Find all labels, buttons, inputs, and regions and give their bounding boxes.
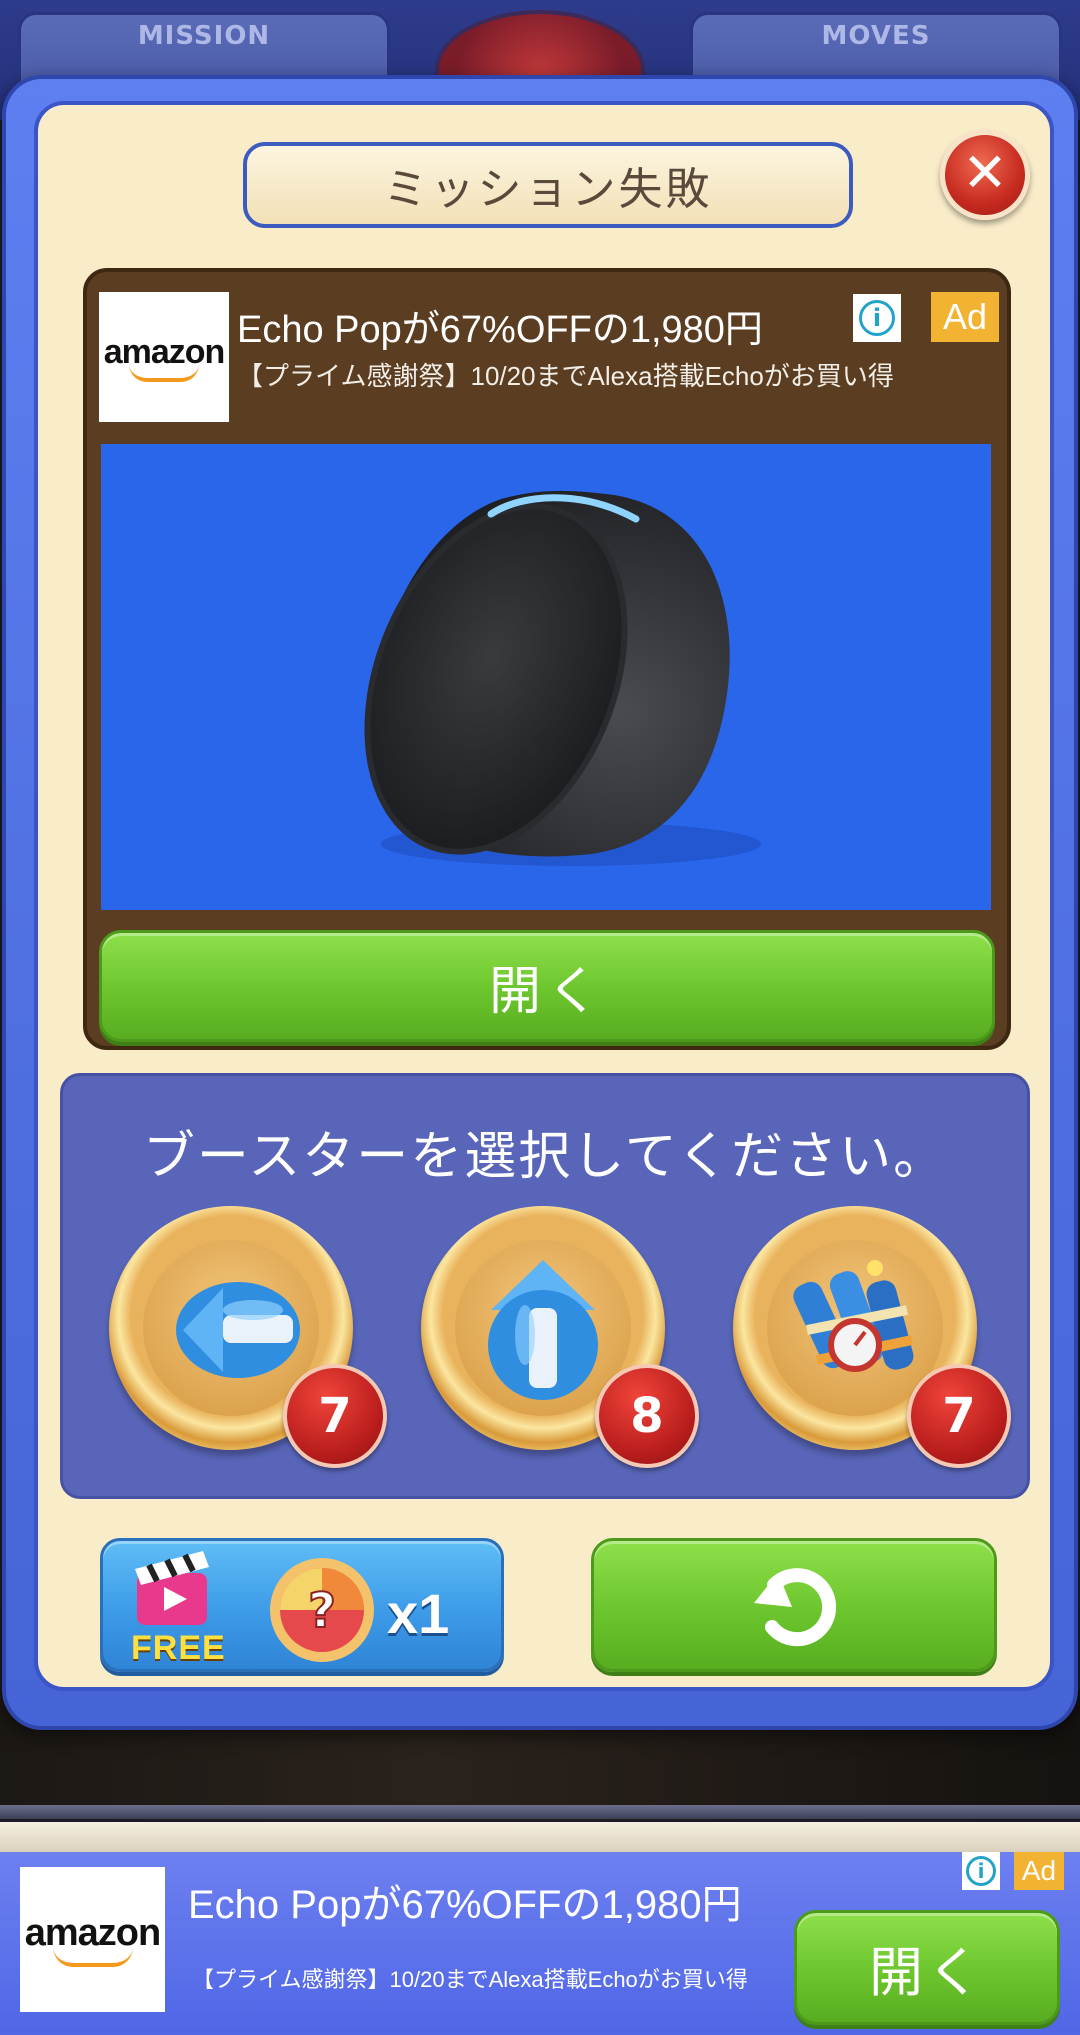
mission-failed-dialog: ミッション失敗 ✕ amazon Echo Popが67%OFFの1,980円 … bbox=[2, 75, 1078, 1730]
free-label: FREE bbox=[131, 1629, 226, 1667]
dialog-title-box: ミッション失敗 bbox=[243, 142, 853, 228]
mystery-booster-icon: ? bbox=[270, 1558, 374, 1662]
retry-button[interactable] bbox=[591, 1538, 997, 1672]
svg-text:?: ? bbox=[308, 1583, 336, 1639]
dialog-title: ミッション失敗 bbox=[383, 164, 713, 215]
close-icon: ✕ bbox=[962, 141, 1008, 204]
ad-badge: Ad bbox=[931, 292, 999, 342]
background-strip bbox=[0, 1805, 1080, 1819]
banner-ad-badge: Ad bbox=[1014, 1852, 1064, 1890]
booster-horizontal-rocket[interactable]: 7 bbox=[109, 1206, 387, 1468]
banner-title: Echo Popが67%OFFの1,980円 bbox=[188, 1883, 742, 1927]
booster-count-badge: 7 bbox=[283, 1364, 387, 1468]
ad-info-icon[interactable]: i bbox=[853, 294, 901, 342]
amazon-logo: amazon bbox=[99, 292, 229, 422]
ad-subtitle: 【プライム感謝祭】10/20までAlexa搭載Echoがお買い得 bbox=[237, 361, 894, 391]
dialog-body: ミッション失敗 ✕ amazon Echo Popが67%OFFの1,980円 … bbox=[34, 101, 1054, 1691]
ad-card[interactable]: amazon Echo Popが67%OFFの1,980円 【プライム感謝祭】1… bbox=[83, 268, 1011, 1050]
banner-ad[interactable]: amazon Echo Popが67%OFFの1,980円 【プライム感謝祭】1… bbox=[0, 1852, 1080, 2035]
close-button[interactable]: ✕ bbox=[940, 130, 1030, 220]
moves-label: MOVES bbox=[821, 21, 931, 51]
booster-prompt: ブースターを選択してください。 bbox=[142, 1127, 948, 1187]
banner-open-button[interactable]: 開く bbox=[794, 1910, 1060, 2025]
echo-pop-ad-image[interactable] bbox=[101, 444, 991, 910]
echo-pop-speaker-icon bbox=[364, 490, 761, 866]
ad-open-button[interactable]: 開く bbox=[99, 930, 995, 1042]
retry-icon bbox=[754, 1568, 837, 1647]
banner-open-label: 開く bbox=[869, 1941, 985, 2004]
free-booster-video-button[interactable]: FREE ? x1 bbox=[100, 1538, 504, 1672]
booster-panel: ブースターを選択してください。 7 8 7 bbox=[60, 1073, 1030, 1499]
banner-amazon-logo: amazon bbox=[20, 1867, 165, 2012]
booster-count-badge: 7 bbox=[907, 1364, 1011, 1468]
free-multiplier: x1 bbox=[387, 1582, 450, 1645]
mission-label: MISSION bbox=[137, 21, 271, 51]
booster-dynamite-bomb[interactable]: 7 bbox=[733, 1206, 1011, 1468]
background-strip-light bbox=[0, 1822, 1080, 1852]
ad-open-label: 開く bbox=[488, 961, 605, 1022]
banner-subtitle: 【プライム感謝祭】10/20までAlexa搭載Echoがお買い得 bbox=[192, 1967, 748, 1992]
banner-info-icon[interactable]: i bbox=[962, 1852, 1000, 1890]
ad-title: Echo Popが67%OFFの1,980円 bbox=[237, 309, 763, 351]
booster-vertical-rocket[interactable]: 8 bbox=[421, 1206, 699, 1468]
video-clapper-icon bbox=[135, 1551, 209, 1625]
booster-count-badge: 8 bbox=[595, 1364, 699, 1468]
